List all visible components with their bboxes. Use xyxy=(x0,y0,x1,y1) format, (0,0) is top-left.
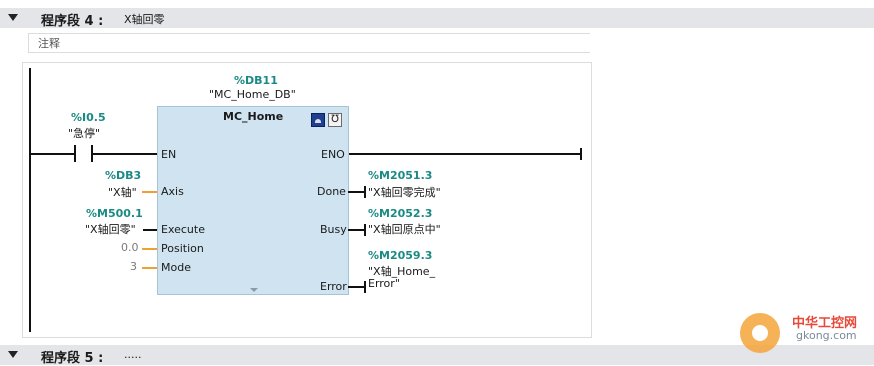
busy-wire-cap xyxy=(364,224,366,236)
expand-arrow-icon[interactable] xyxy=(250,288,258,292)
busy-wire xyxy=(348,229,365,231)
done-address[interactable]: %M2051.3 xyxy=(368,169,432,182)
network-title: 程序段 5 : xyxy=(41,351,104,366)
block-icon[interactable] xyxy=(311,113,325,127)
done-name[interactable]: "X轴回零完成" xyxy=(368,184,441,200)
mode-wire xyxy=(142,267,157,269)
axis-wire xyxy=(142,191,157,193)
collapse-triangle-icon[interactable] xyxy=(8,351,18,358)
error-name-line2[interactable]: Error" xyxy=(368,277,400,290)
pin-execute: Execute xyxy=(161,223,205,236)
position-wire xyxy=(142,248,157,250)
contact-address[interactable]: %I0.5 xyxy=(71,111,106,124)
watermark-url: gkong.com xyxy=(796,329,857,342)
network-comment-field[interactable]: 注释 xyxy=(28,33,590,53)
contact-name[interactable]: "急停" xyxy=(68,125,100,141)
pin-eno: ENO xyxy=(321,148,345,161)
pin-error: Error xyxy=(320,280,347,293)
gear-hub xyxy=(752,325,768,341)
busy-name[interactable]: "X轴回原点中" xyxy=(368,221,441,237)
execute-wire xyxy=(143,229,157,231)
rung-wire-right xyxy=(348,153,582,155)
pin-done: Done xyxy=(317,185,346,198)
instance-db-address[interactable]: %DB11 xyxy=(234,74,278,87)
execute-address[interactable]: %M500.1 xyxy=(86,207,143,220)
block-name: MC_Home xyxy=(223,110,284,123)
rung-wire-mid xyxy=(92,153,158,155)
mc-home-function-block[interactable]: MC_Home ℧ EN ENO Axis Done Execute Busy … xyxy=(157,106,349,295)
pin-mode: Mode xyxy=(161,261,191,274)
pin-en: EN xyxy=(161,148,177,161)
axis-name[interactable]: "X轴" xyxy=(108,184,137,200)
contact-left-bar xyxy=(74,145,76,162)
error-address[interactable]: %M2059.3 xyxy=(368,249,432,262)
rung-wire-left xyxy=(30,153,74,155)
position-value[interactable]: 0.0 xyxy=(121,241,139,254)
instance-db-name[interactable]: "MC_Home_DB" xyxy=(209,88,296,101)
error-wire xyxy=(348,286,365,288)
execute-name[interactable]: "X轴回零" xyxy=(85,221,136,237)
mode-value[interactable]: 3 xyxy=(130,260,137,273)
network-title: 程序段 4 : xyxy=(41,14,104,29)
pin-axis: Axis xyxy=(161,185,184,198)
rung-end-cap xyxy=(580,148,582,160)
done-wire-cap xyxy=(364,186,366,198)
network-4-header[interactable]: 程序段 4 : X轴回零 xyxy=(0,8,874,29)
network-subtitle[interactable]: X轴回零 xyxy=(124,11,165,27)
error-wire-cap xyxy=(364,281,366,293)
network-subtitle[interactable]: ..... xyxy=(124,348,141,361)
busy-address[interactable]: %M2052.3 xyxy=(368,207,432,220)
axis-address[interactable]: %DB3 xyxy=(105,169,141,182)
pin-busy: Busy xyxy=(320,223,347,236)
collapse-triangle-icon[interactable] xyxy=(8,14,18,21)
watermark-logo xyxy=(736,305,796,357)
left-power-rail xyxy=(29,68,31,332)
diagnostic-stethoscope-icon[interactable]: ℧ xyxy=(328,113,342,127)
pin-position: Position xyxy=(161,242,204,255)
done-wire xyxy=(348,191,365,193)
